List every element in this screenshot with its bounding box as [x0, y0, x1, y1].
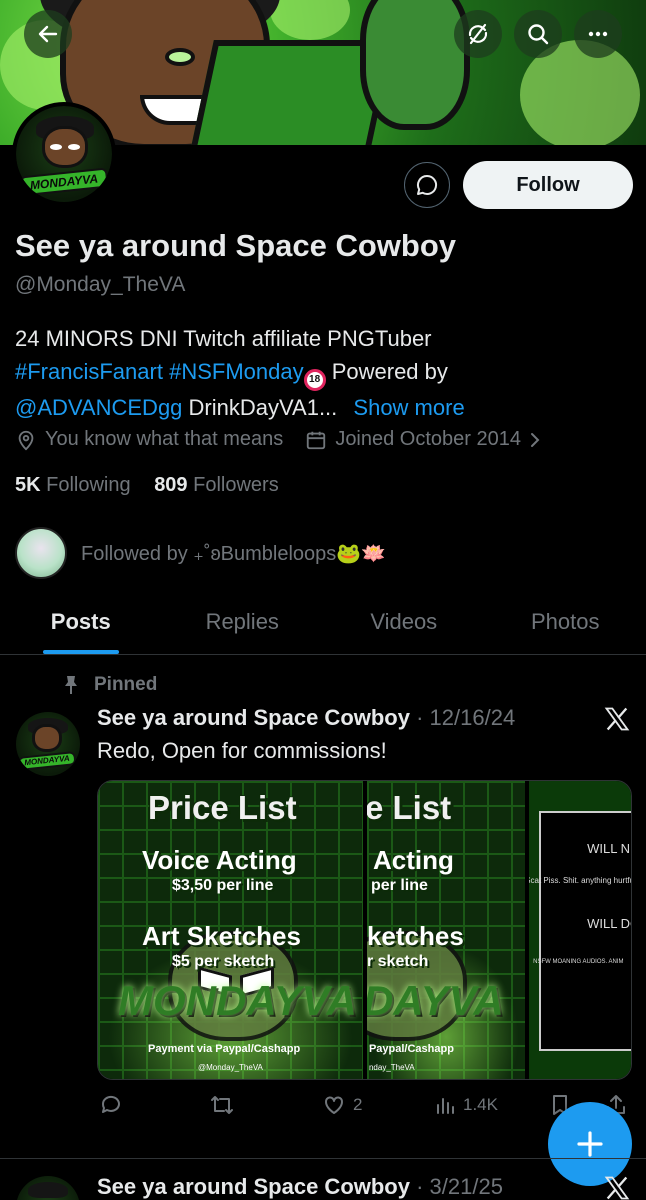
will-do-heading: WILL DO	[587, 916, 631, 931]
post-avatar[interactable]	[16, 1176, 80, 1200]
media-handle: nday_TheVA	[368, 1063, 415, 1072]
post-media[interactable]: Price List Voice Acting $3,50 per line A…	[97, 780, 632, 1080]
post-date[interactable]: · 3/21/25	[416, 1174, 503, 1199]
search-button[interactable]	[514, 10, 562, 58]
profile-tabs: Posts Replies Videos Photos	[0, 597, 646, 655]
repost-icon	[211, 1096, 233, 1114]
art-sketches-heading: ketches	[366, 921, 464, 951]
sync-button[interactable]	[454, 10, 502, 58]
art-price: r sketch	[366, 953, 429, 970]
post-header: See ya around Space Cowboy · 3/21/25	[97, 1174, 503, 1200]
profile-bio: 24 MINORS DNI Twitch affiliate PNGTuber …	[15, 322, 615, 424]
voice-price: per line	[370, 877, 428, 894]
more-icon	[588, 31, 608, 37]
show-more-link[interactable]: Show more	[353, 395, 464, 420]
more-button[interactable]	[574, 10, 622, 58]
media-handle: @Monday_TheVA	[198, 1063, 263, 1072]
profile-avatar[interactable]: MONDAYVA	[12, 102, 116, 206]
back-button[interactable]	[24, 10, 72, 58]
tab-replies[interactable]: Replies	[162, 597, 324, 654]
post-date[interactable]: · 12/16/24	[416, 705, 515, 730]
art-sketches-heading: Art Sketches	[142, 921, 301, 951]
payment-text: Payment via Paypal/Cashapp	[148, 1043, 301, 1055]
x-logo-icon[interactable]	[603, 1174, 631, 1200]
payment-text: Paypal/Cashapp	[368, 1043, 454, 1055]
media-image-3[interactable]: WILL N Scat Piss. Shit. anything hurtful…	[529, 781, 631, 1079]
post-avatar[interactable]: MONDAYVA	[16, 712, 80, 776]
mention-link[interactable]: @ADVANCEDgg	[15, 395, 182, 420]
pin-icon	[65, 676, 77, 694]
chevron-right-icon[interactable]	[527, 431, 543, 449]
post-author[interactable]: See ya around Space Cowboy	[97, 1174, 410, 1199]
logo-text: DAYVA	[366, 977, 504, 1024]
post-author[interactable]: See ya around Space Cowboy	[97, 705, 410, 730]
voice-acting-heading: Voice Acting	[142, 845, 297, 875]
media-image-2[interactable]: e List Acting per line ketches r sketch …	[366, 781, 526, 1079]
views-button[interactable]: 1.4K	[435, 1093, 498, 1117]
price-list-title: e List	[366, 789, 452, 826]
will-do-list: NSFW MOANING AUDIOS. ANIM	[533, 959, 624, 965]
voice-acting-heading: Acting	[372, 845, 454, 875]
followers-link[interactable]: 809 Followers	[154, 474, 279, 496]
hashtag-link[interactable]: #FrancisFanart	[15, 359, 163, 384]
tab-photos[interactable]: Photos	[485, 597, 646, 654]
profile-handle: @Monday_TheVA	[15, 273, 186, 296]
message-icon	[417, 174, 438, 195]
reply-button[interactable]	[99, 1093, 129, 1117]
views-icon	[437, 1098, 454, 1114]
follower-avatar	[15, 527, 67, 579]
followed-by-text: Followed by ₊˚ʚBumbleloops🐸🪷	[81, 542, 387, 565]
post-text: Redo, Open for commissions!	[97, 738, 387, 763]
logo-text: MONDAYVA	[118, 977, 357, 1024]
no-under-18-icon: 18	[303, 369, 326, 391]
reply-icon	[101, 1095, 120, 1113]
search-icon	[528, 24, 549, 45]
following-link[interactable]: 5K Following	[15, 474, 131, 496]
tab-videos[interactable]: Videos	[323, 597, 485, 654]
like-button[interactable]: 2	[321, 1093, 362, 1117]
will-not-list: Scat Piss. Shit. anything hurtful	[529, 876, 631, 885]
will-not-heading: WILL N	[587, 841, 631, 856]
location-text: You know what that means	[45, 428, 284, 450]
x-logo-icon[interactable]	[603, 705, 631, 733]
sync-icon	[468, 23, 488, 45]
media-image-1[interactable]: Price List Voice Acting $3,50 per line A…	[98, 781, 363, 1079]
profile-meta: You know what that means Joined October …	[15, 428, 551, 451]
price-list-title: Price List	[148, 789, 297, 826]
calendar-icon	[307, 431, 326, 449]
followed-by[interactable]: Followed by ₊˚ʚBumbleloops🐸🪷	[15, 527, 386, 579]
profile-name: See ya around Space Cowboy	[15, 228, 457, 263]
follow-stats: 5K Following 809 Followers	[15, 474, 279, 497]
pinned-indicator: Pinned	[62, 674, 157, 696]
post-divider	[0, 1158, 646, 1159]
like-count: 2	[353, 1095, 363, 1114]
bio-text: Powered by	[325, 359, 448, 384]
repost-button[interactable]	[209, 1093, 241, 1117]
bio-text: DrinkDayVA1...	[182, 395, 338, 420]
tab-posts[interactable]: Posts	[0, 597, 162, 654]
joined-date: Joined October 2014	[335, 428, 521, 450]
follow-button[interactable]: Follow	[463, 161, 633, 209]
voice-price: $3,50 per line	[172, 877, 274, 894]
back-arrow-icon	[38, 25, 58, 43]
plus-icon	[577, 1131, 603, 1157]
post-header: See ya around Space Cowboy · 12/16/24	[97, 705, 515, 731]
bio-text: 24 MINORS DNI Twitch affiliate PNGTuber	[15, 326, 432, 351]
location-icon	[18, 430, 34, 450]
hashtag-link[interactable]: #NSFMonday	[169, 359, 304, 384]
art-price: $5 per sketch	[172, 953, 275, 970]
message-button[interactable]	[404, 162, 450, 208]
heart-icon	[325, 1096, 343, 1114]
view-count: 1.4K	[463, 1095, 498, 1114]
